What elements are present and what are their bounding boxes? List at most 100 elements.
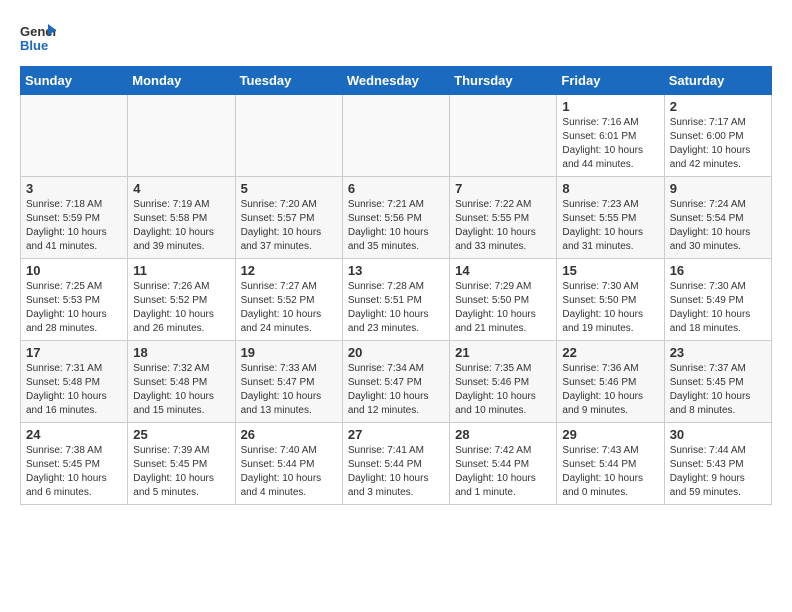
day-info: Sunrise: 7:20 AM Sunset: 5:57 PM Dayligh… [241,198,337,254]
weekday-header-monday: Monday [128,67,235,95]
day-number: 11 [133,263,229,278]
day-info: Sunrise: 7:34 AM Sunset: 5:47 PM Dayligh… [348,362,444,418]
calendar-cell: 24 Sunrise: 7:38 AM Sunset: 5:45 PM Dayli… [21,423,128,505]
calendar-cell [235,95,342,177]
day-info: Sunrise: 7:28 AM Sunset: 5:51 PM Dayligh… [348,280,444,336]
calendar-cell: 25 Sunrise: 7:39 AM Sunset: 5:45 PM Dayli… [128,423,235,505]
calendar-cell: 26 Sunrise: 7:40 AM Sunset: 5:44 PM Dayli… [235,423,342,505]
calendar-cell [342,95,449,177]
weekday-header-wednesday: Wednesday [342,67,449,95]
day-number: 7 [455,181,551,196]
calendar-cell: 28Sunrise: 7:42 AM Sunset: 5:44 PM Dayli… [450,423,557,505]
day-info: Sunrise: 7:30 AM Sunset: 5:50 PM Dayligh… [562,280,658,336]
day-number: 1 [562,99,658,114]
calendar-cell: 7 Sunrise: 7:22 AM Sunset: 5:55 PM Daylig… [450,177,557,259]
calendar-cell: 18 Sunrise: 7:32 AM Sunset: 5:48 PM Dayli… [128,341,235,423]
logo: General Blue [20,20,60,56]
day-info: Sunrise: 7:21 AM Sunset: 5:56 PM Dayligh… [348,198,444,254]
calendar-cell: 11 Sunrise: 7:26 AM Sunset: 5:52 PM Dayli… [128,259,235,341]
day-info: Sunrise: 7:18 AM Sunset: 5:59 PM Dayligh… [26,198,122,254]
day-info: Sunrise: 7:27 AM Sunset: 5:52 PM Dayligh… [241,280,337,336]
day-info: Sunrise: 7:32 AM Sunset: 5:48 PM Dayligh… [133,362,229,418]
calendar-cell: 2Sunrise: 7:17 AM Sunset: 6:00 PM Daylig… [664,95,771,177]
day-number: 17 [26,345,122,360]
day-number: 6 [348,181,444,196]
day-info: Sunrise: 7:35 AM Sunset: 5:46 PM Dayligh… [455,362,551,418]
calendar-cell: 14Sunrise: 7:29 AM Sunset: 5:50 PM Dayli… [450,259,557,341]
calendar-cell: 1 Sunrise: 7:16 AM Sunset: 6:01 PM Daylig… [557,95,664,177]
day-number: 14 [455,263,551,278]
day-info: Sunrise: 7:44 AM Sunset: 5:43 PM Dayligh… [670,444,766,500]
day-number: 26 [241,427,337,442]
week-row-1: 1 Sunrise: 7:16 AM Sunset: 6:01 PM Daylig… [21,95,772,177]
calendar-cell: 9Sunrise: 7:24 AM Sunset: 5:54 PM Daylig… [664,177,771,259]
day-info: Sunrise: 7:24 AM Sunset: 5:54 PM Dayligh… [670,198,766,254]
calendar-cell: 12 Sunrise: 7:27 AM Sunset: 5:52 PM Dayli… [235,259,342,341]
weekday-header-thursday: Thursday [450,67,557,95]
weekday-header-sunday: Sunday [21,67,128,95]
calendar-table: SundayMondayTuesdayWednesdayThursdayFrid… [20,66,772,505]
day-info: Sunrise: 7:39 AM Sunset: 5:45 PM Dayligh… [133,444,229,500]
day-info: Sunrise: 7:19 AM Sunset: 5:58 PM Dayligh… [133,198,229,254]
day-number: 20 [348,345,444,360]
calendar-cell: 13 Sunrise: 7:28 AM Sunset: 5:51 PM Dayli… [342,259,449,341]
week-row-5: 24 Sunrise: 7:38 AM Sunset: 5:45 PM Dayli… [21,423,772,505]
day-info: Sunrise: 7:37 AM Sunset: 5:45 PM Dayligh… [670,362,766,418]
day-number: 28 [455,427,551,442]
day-info: Sunrise: 7:33 AM Sunset: 5:47 PM Dayligh… [241,362,337,418]
week-row-3: 10 Sunrise: 7:25 AM Sunset: 5:53 PM Dayli… [21,259,772,341]
calendar-cell [450,95,557,177]
day-number: 22 [562,345,658,360]
calendar-cell [128,95,235,177]
day-info: Sunrise: 7:41 AM Sunset: 5:44 PM Dayligh… [348,444,444,500]
day-number: 13 [348,263,444,278]
calendar-cell: 8 Sunrise: 7:23 AM Sunset: 5:55 PM Daylig… [557,177,664,259]
day-info: Sunrise: 7:23 AM Sunset: 5:55 PM Dayligh… [562,198,658,254]
day-number: 3 [26,181,122,196]
day-info: Sunrise: 7:25 AM Sunset: 5:53 PM Dayligh… [26,280,122,336]
week-row-2: 3 Sunrise: 7:18 AM Sunset: 5:59 PM Daylig… [21,177,772,259]
calendar-cell: 17Sunrise: 7:31 AM Sunset: 5:48 PM Dayli… [21,341,128,423]
day-number: 30 [670,427,766,442]
day-number: 25 [133,427,229,442]
day-info: Sunrise: 7:30 AM Sunset: 5:49 PM Dayligh… [670,280,766,336]
calendar-cell: 4Sunrise: 7:19 AM Sunset: 5:58 PM Daylig… [128,177,235,259]
day-number: 8 [562,181,658,196]
day-number: 27 [348,427,444,442]
day-number: 2 [670,99,766,114]
day-info: Sunrise: 7:40 AM Sunset: 5:44 PM Dayligh… [241,444,337,500]
calendar-cell: 20 Sunrise: 7:34 AM Sunset: 5:47 PM Dayli… [342,341,449,423]
weekday-header-tuesday: Tuesday [235,67,342,95]
day-number: 12 [241,263,337,278]
day-info: Sunrise: 7:43 AM Sunset: 5:44 PM Dayligh… [562,444,658,500]
calendar-cell: 19Sunrise: 7:33 AM Sunset: 5:47 PM Dayli… [235,341,342,423]
calendar-cell: 16Sunrise: 7:30 AM Sunset: 5:49 PM Dayli… [664,259,771,341]
calendar-cell: 6 Sunrise: 7:21 AM Sunset: 5:56 PM Daylig… [342,177,449,259]
weekday-header-row: SundayMondayTuesdayWednesdayThursdayFrid… [21,67,772,95]
calendar-cell: 10 Sunrise: 7:25 AM Sunset: 5:53 PM Dayli… [21,259,128,341]
calendar-cell: 15 Sunrise: 7:30 AM Sunset: 5:50 PM Dayli… [557,259,664,341]
day-info: Sunrise: 7:16 AM Sunset: 6:01 PM Dayligh… [562,116,658,172]
day-number: 10 [26,263,122,278]
calendar-cell: 22 Sunrise: 7:36 AM Sunset: 5:46 PM Dayli… [557,341,664,423]
calendar-cell: 29Sunrise: 7:43 AM Sunset: 5:44 PM Dayli… [557,423,664,505]
calendar-cell: 23 Sunrise: 7:37 AM Sunset: 5:45 PM Dayli… [664,341,771,423]
page-header: General Blue [20,20,772,56]
calendar-cell [21,95,128,177]
svg-text:Blue: Blue [20,38,48,53]
calendar-cell: 30 Sunrise: 7:44 AM Sunset: 5:43 PM Dayli… [664,423,771,505]
weekday-header-saturday: Saturday [664,67,771,95]
day-info: Sunrise: 7:22 AM Sunset: 5:55 PM Dayligh… [455,198,551,254]
day-number: 21 [455,345,551,360]
weekday-header-friday: Friday [557,67,664,95]
day-info: Sunrise: 7:26 AM Sunset: 5:52 PM Dayligh… [133,280,229,336]
calendar-cell: 5Sunrise: 7:20 AM Sunset: 5:57 PM Daylig… [235,177,342,259]
calendar-cell: 21 Sunrise: 7:35 AM Sunset: 5:46 PM Dayli… [450,341,557,423]
day-info: Sunrise: 7:36 AM Sunset: 5:46 PM Dayligh… [562,362,658,418]
day-number: 18 [133,345,229,360]
day-number: 15 [562,263,658,278]
logo-icon: General Blue [20,20,56,56]
day-info: Sunrise: 7:38 AM Sunset: 5:45 PM Dayligh… [26,444,122,500]
day-number: 24 [26,427,122,442]
day-number: 23 [670,345,766,360]
